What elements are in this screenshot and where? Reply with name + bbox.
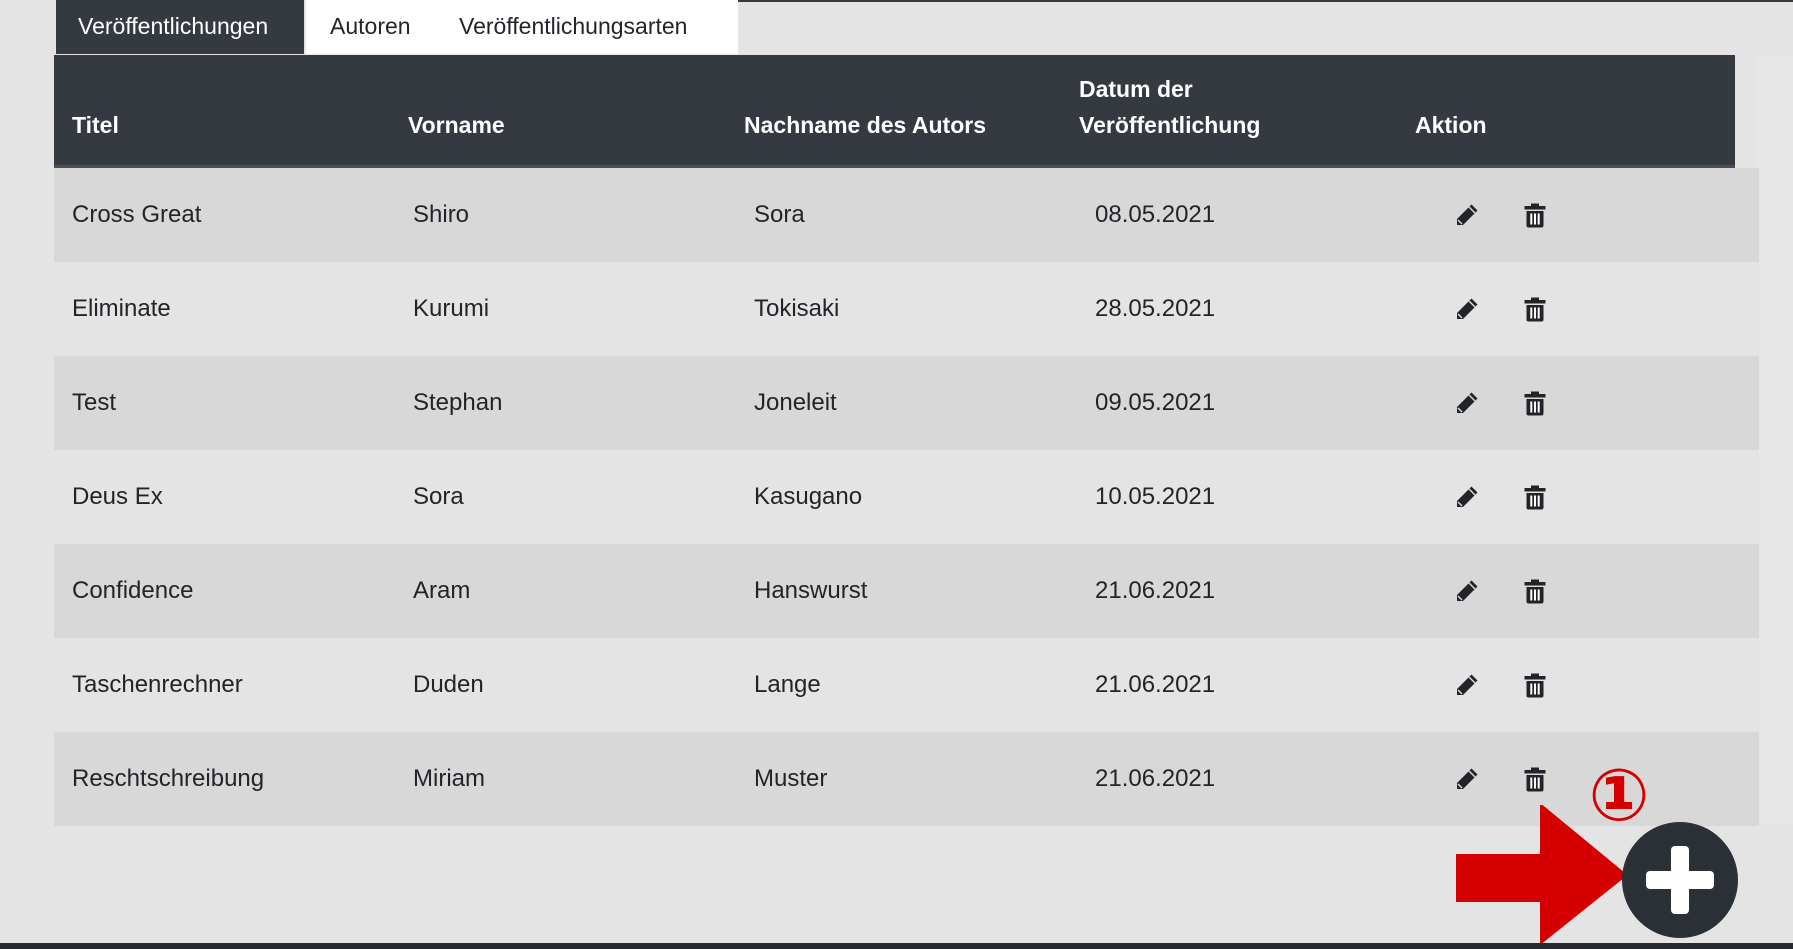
cell-lastname: Joneleit bbox=[754, 389, 837, 416]
cell-lastname: Hanswurst bbox=[754, 577, 868, 604]
pencil-icon bbox=[1454, 766, 1480, 792]
delete-button[interactable] bbox=[1522, 766, 1548, 792]
trash-icon bbox=[1522, 484, 1548, 510]
cell-lastname: Muster bbox=[754, 765, 828, 792]
pencil-icon bbox=[1454, 484, 1480, 510]
cell-title: Cross Great bbox=[72, 201, 202, 228]
tab-autoren[interactable]: Autoren bbox=[306, 0, 437, 54]
trash-icon bbox=[1522, 672, 1548, 698]
table-row: Taschenrechner Duden Lange 21.06.2021 bbox=[54, 638, 1759, 732]
header-action: Aktion bbox=[1415, 112, 1487, 138]
delete-button[interactable] bbox=[1522, 484, 1548, 510]
plus-icon bbox=[1646, 846, 1714, 914]
cell-date: 09.05.2021 bbox=[1095, 389, 1216, 416]
cell-firstname: Kurumi bbox=[413, 295, 490, 322]
table-row: Eliminate Kurumi Tokisaki 28.05.2021 bbox=[54, 262, 1759, 356]
edit-button[interactable] bbox=[1454, 766, 1480, 792]
cell-date: 21.06.2021 bbox=[1095, 765, 1216, 792]
delete-button[interactable] bbox=[1522, 578, 1548, 604]
cell-firstname: Stephan bbox=[413, 389, 503, 416]
edit-button[interactable] bbox=[1454, 578, 1480, 604]
edit-button[interactable] bbox=[1454, 296, 1480, 322]
trash-icon bbox=[1522, 578, 1548, 604]
table-row: Confidence Aram Hanswurst 21.06.2021 bbox=[54, 544, 1759, 638]
delete-button[interactable] bbox=[1522, 672, 1548, 698]
cell-firstname: Duden bbox=[413, 671, 484, 698]
header-lastname[interactable]: Nachname des Autors bbox=[744, 107, 986, 143]
edit-button[interactable] bbox=[1454, 672, 1480, 698]
edit-button[interactable] bbox=[1454, 390, 1480, 416]
add-publication-button[interactable] bbox=[1622, 822, 1738, 938]
top-divider bbox=[733, 0, 1793, 2]
tab-veroeffentlichungsarten[interactable]: Veröffentlichungsarten bbox=[437, 0, 738, 54]
cell-lastname: Kasugano bbox=[754, 483, 863, 510]
cell-lastname: Tokisaki bbox=[754, 295, 840, 322]
delete-button[interactable] bbox=[1522, 390, 1548, 416]
trash-icon bbox=[1522, 296, 1548, 322]
cell-firstname: Miriam bbox=[413, 765, 485, 792]
table-row: Test Stephan Joneleit 09.05.2021 bbox=[54, 356, 1759, 450]
cell-date: 21.06.2021 bbox=[1095, 671, 1216, 698]
header-date-line2: Veröffentlichung bbox=[1079, 112, 1261, 138]
trash-icon bbox=[1522, 766, 1548, 792]
cell-title: Eliminate bbox=[72, 295, 171, 322]
table-row: Deus Ex Sora Kasugano 10.05.2021 bbox=[54, 450, 1759, 544]
publications-table: Titel Vorname Nachname des Autors Datum … bbox=[54, 55, 1759, 826]
pencil-icon bbox=[1454, 390, 1480, 416]
cell-title: Test bbox=[72, 389, 117, 416]
header-firstname[interactable]: Vorname bbox=[408, 107, 505, 143]
cell-lastname: Sora bbox=[754, 201, 805, 228]
cell-title: Reschtschreibung bbox=[72, 765, 265, 792]
trash-icon bbox=[1522, 390, 1548, 416]
cell-title: Taschenrechner bbox=[72, 671, 243, 698]
cell-date: 08.05.2021 bbox=[1095, 201, 1216, 228]
tab-bar: Veröffentlichungen Autoren Veröffentlich… bbox=[56, 0, 738, 54]
pencil-icon bbox=[1454, 672, 1480, 698]
cell-title: Deus Ex bbox=[72, 483, 163, 510]
tab-veroeffentlichungen[interactable]: Veröffentlichungen bbox=[56, 0, 304, 54]
header-date-line1: Datum der bbox=[1079, 76, 1193, 102]
trash-icon bbox=[1522, 202, 1548, 228]
cell-title: Confidence bbox=[72, 577, 194, 604]
bottom-bar bbox=[0, 943, 1793, 949]
cell-date: 10.05.2021 bbox=[1095, 483, 1216, 510]
pencil-icon bbox=[1454, 578, 1480, 604]
delete-button[interactable] bbox=[1522, 296, 1548, 322]
table-header: Titel Vorname Nachname des Autors Datum … bbox=[54, 55, 1735, 168]
header-title[interactable]: Titel bbox=[72, 107, 119, 143]
table-body: Cross Great Shiro Sora 08.05.2021 Eliminate K… bbox=[54, 168, 1759, 826]
cell-firstname: Aram bbox=[413, 577, 471, 604]
header-date[interactable]: Datum der Veröffentlichung bbox=[1079, 71, 1260, 143]
cell-date: 21.06.2021 bbox=[1095, 577, 1216, 604]
delete-button[interactable] bbox=[1522, 202, 1548, 228]
cell-firstname: Shiro bbox=[413, 201, 470, 228]
cell-firstname: Sora bbox=[413, 483, 464, 510]
pencil-icon bbox=[1454, 296, 1480, 322]
pencil-icon bbox=[1454, 202, 1480, 228]
table-row: Cross Great Shiro Sora 08.05.2021 bbox=[54, 168, 1759, 262]
cell-lastname: Lange bbox=[754, 671, 821, 698]
right-panel-edge bbox=[1755, 55, 1793, 825]
edit-button[interactable] bbox=[1454, 202, 1480, 228]
cell-date: 28.05.2021 bbox=[1095, 295, 1216, 322]
edit-button[interactable] bbox=[1454, 484, 1480, 510]
